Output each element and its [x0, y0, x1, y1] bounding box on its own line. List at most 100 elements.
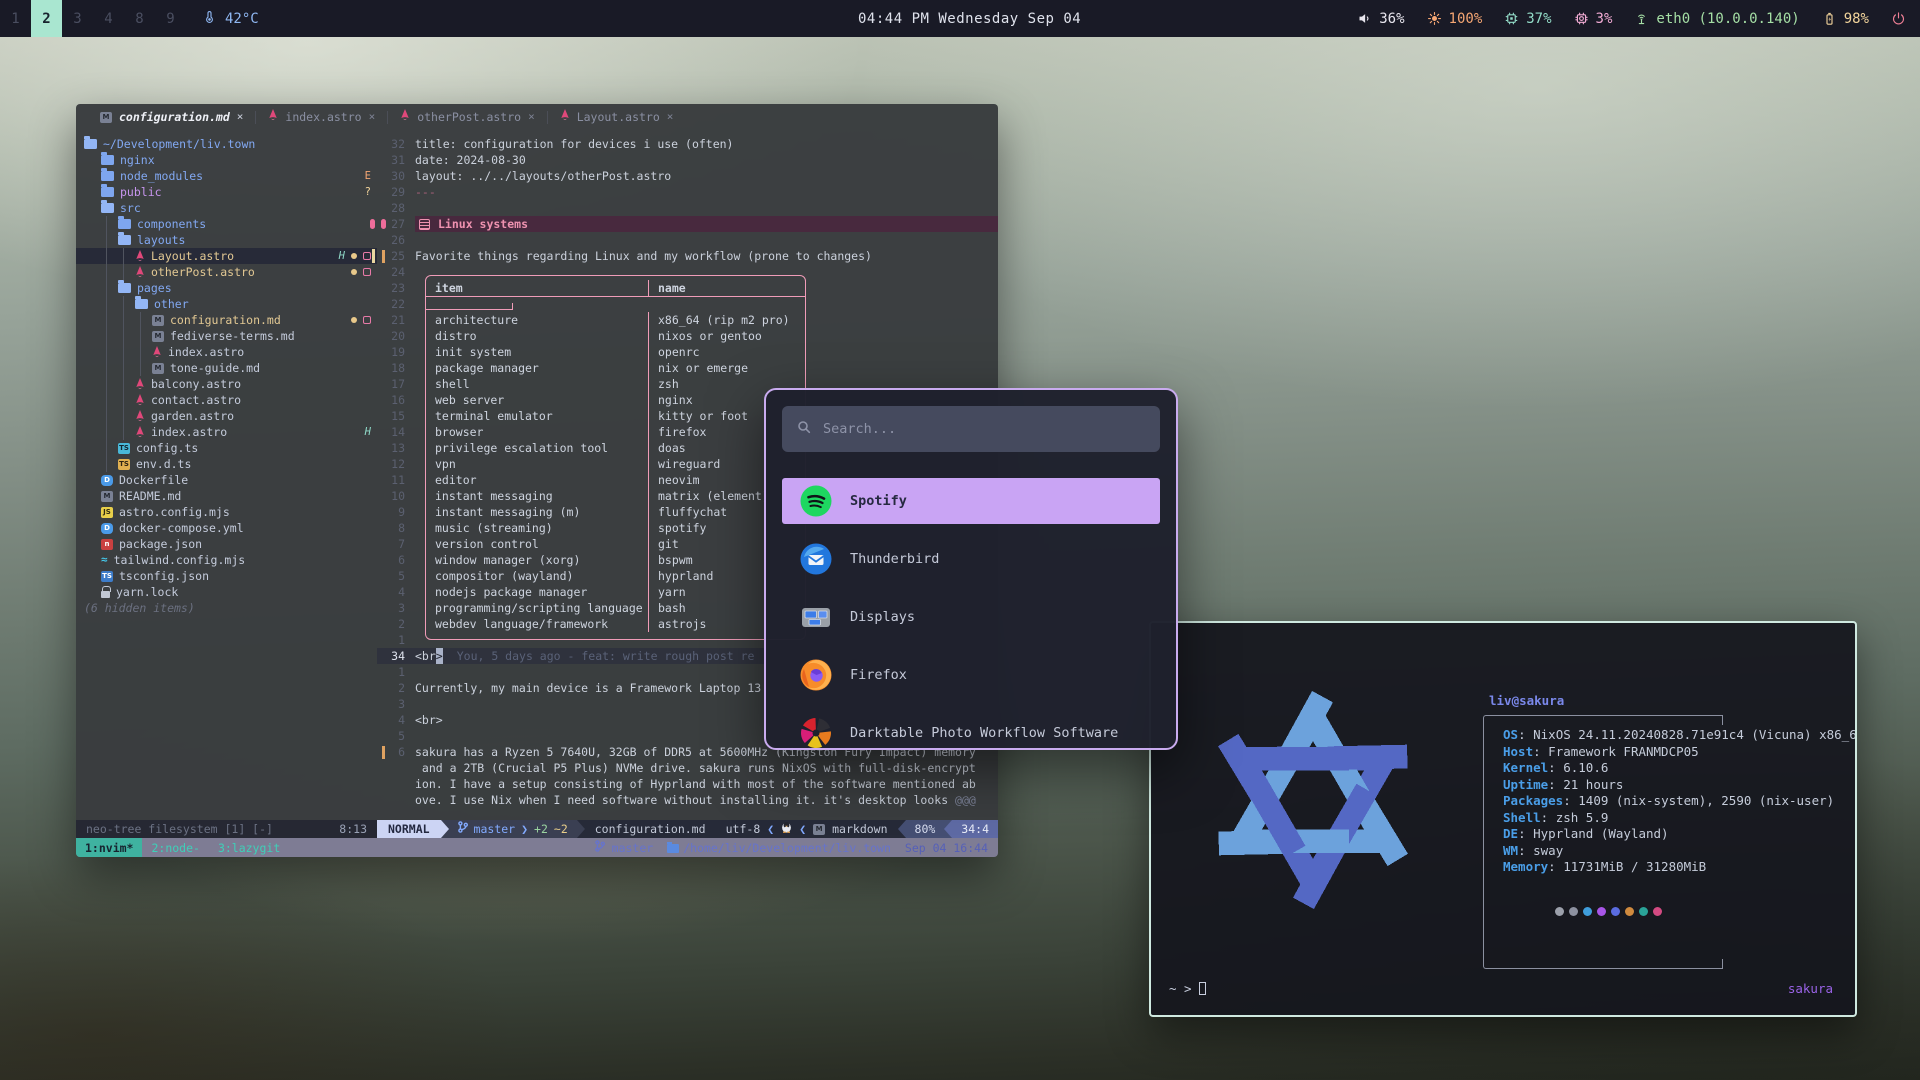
tmux-window-2node[interactable]: 2:node- — [142, 838, 208, 857]
tab-Layout.astro[interactable]: Layout.astro× — [548, 104, 686, 130]
sign-column — [377, 440, 389, 456]
launcher-entry-spotify[interactable]: Spotify — [782, 478, 1160, 524]
tree-item-Layout.astro[interactable]: Layout.astroH — [76, 248, 377, 264]
launcher-entry-firefox[interactable]: Firefox — [782, 652, 1160, 698]
close-icon[interactable]: × — [667, 109, 674, 125]
module-power[interactable] — [1891, 11, 1906, 26]
tree-item-tone-guide.md[interactable]: Mtone-guide.md — [76, 360, 377, 376]
workspace-4[interactable]: 4 — [93, 0, 124, 37]
indent-guide — [84, 344, 101, 360]
indent-guide — [84, 280, 101, 296]
diagnostic-badge: H — [365, 424, 371, 440]
launcher-entry-label: Thunderbird — [850, 551, 939, 567]
tab-configuration.md[interactable]: Mconfiguration.md× — [88, 104, 255, 130]
tab-otherPost.astro[interactable]: otherPost.astro× — [388, 104, 546, 130]
tree-item-pages[interactable]: pages — [76, 280, 377, 296]
launcher-entry-thunderbird[interactable]: Thunderbird — [782, 536, 1160, 582]
launcher-search-box[interactable] — [782, 406, 1160, 452]
tree-item-configuration.md[interactable]: Mconfiguration.md — [76, 312, 377, 328]
tree-item-tsconfig.json[interactable]: TStsconfig.json — [76, 568, 377, 584]
typescript-declaration-icon: TS — [118, 459, 130, 470]
sign-column — [377, 232, 389, 248]
module-gpu[interactable]: 3% — [1574, 11, 1613, 27]
tree-item-otherPost.astro[interactable]: otherPost.astro — [76, 264, 377, 280]
tree-item-astro.config.mjs[interactable]: JSastro.config.mjs — [76, 504, 377, 520]
chevron-right-icon: ❯ — [521, 821, 528, 837]
tree-item-node_modules[interactable]: node_modulesE — [76, 168, 377, 184]
tree-item-Dockerfile[interactable]: DDockerfile — [76, 472, 377, 488]
workspace-2[interactable]: 2 — [31, 0, 62, 37]
typescript-file-icon: TS — [118, 443, 130, 454]
tree-item-balcony.astro[interactable]: balcony.astro — [76, 376, 377, 392]
indent-guide — [106, 280, 118, 296]
sign-column — [377, 552, 389, 568]
fastfetch-key: Memory — [1503, 859, 1548, 874]
tree-item-config.ts[interactable]: TSconfig.ts — [76, 440, 377, 456]
fastfetch-line-memory: Memory: 11731MiB / 31280MiB — [1503, 859, 1857, 876]
tmux-window-1nvim[interactable]: 1:nvim* — [76, 838, 142, 857]
temperature-module[interactable]: 42°C — [202, 9, 259, 28]
line-number: 9 — [389, 504, 415, 520]
close-icon[interactable]: × — [237, 109, 244, 125]
tree-item-garden.astro[interactable]: garden.astro — [76, 408, 377, 424]
sign-column — [377, 200, 389, 216]
tree-item-components[interactable]: components — [76, 216, 377, 232]
app-launcher: Spotify Thunderbird Displays Firefox Darktab… — [764, 388, 1178, 750]
tree-item-docker-compose.yml[interactable]: Ddocker-compose.yml — [76, 520, 377, 536]
module-value: 100% — [1449, 11, 1483, 27]
git-modified-dot-icon — [351, 317, 357, 323]
indent-guide — [140, 344, 152, 360]
tree-item-layouts[interactable]: layouts — [76, 232, 377, 248]
tree-item-other[interactable]: other — [76, 296, 377, 312]
shell-prompt-line[interactable]: ~ > — [1169, 981, 1206, 996]
scroll-percent: 80% — [906, 820, 945, 838]
tree-item-package.json[interactable]: npackage.json — [76, 536, 377, 552]
scroll-marker-cream — [372, 249, 375, 263]
module-battery[interactable]: 98% — [1822, 11, 1869, 27]
tree-item-public[interactable]: public? — [76, 184, 377, 200]
workspace-3[interactable]: 3 — [62, 0, 93, 37]
tree-item-fediverse-terms.md[interactable]: Mfediverse-terms.md — [76, 328, 377, 344]
tree-item-label: astro.config.mjs — [119, 504, 230, 520]
line-number: 18 — [389, 360, 415, 376]
close-icon[interactable]: × — [369, 109, 376, 125]
module-cpu[interactable]: 37% — [1504, 11, 1551, 27]
close-icon[interactable]: × — [528, 109, 535, 125]
indent-guide — [106, 232, 118, 248]
sign-column — [377, 408, 389, 424]
tree-item-index.astro[interactable]: index.astroH — [76, 424, 377, 440]
tree-item-env.d.ts[interactable]: TSenv.d.ts — [76, 456, 377, 472]
module-volume[interactable]: 36% — [1357, 11, 1404, 27]
tree-item-src[interactable]: src — [76, 200, 377, 216]
indent-guide — [84, 552, 101, 568]
powerline-separator — [898, 820, 906, 838]
module-network[interactable]: eth0 (10.0.0.140) — [1634, 11, 1799, 27]
launcher-entry-darktable-photo-workflow-software[interactable]: Darktable Photo Workflow Software — [782, 710, 1160, 750]
module-brightness[interactable]: 100% — [1427, 11, 1483, 27]
tree-item-6hiddenitems[interactable]: (6 hidden items) — [76, 600, 377, 616]
tmux-window-3lazygit[interactable]: 3:lazygit — [209, 838, 289, 857]
tree-item-label: configuration.md — [170, 312, 281, 328]
indent-guide — [123, 408, 135, 424]
module-value: 3% — [1596, 11, 1613, 27]
tree-item-README.md[interactable]: MREADME.md — [76, 488, 377, 504]
tree-item-yarn.lock[interactable]: yarn.lock — [76, 584, 377, 600]
tree-item-Developmentliv.town[interactable]: ~/Development/liv.town — [76, 136, 377, 152]
sign-column — [377, 456, 389, 472]
tree-item-contact.astro[interactable]: contact.astro — [76, 392, 377, 408]
indent-guide — [106, 440, 118, 456]
workspace-8[interactable]: 8 — [124, 0, 155, 37]
indent-guide — [84, 408, 101, 424]
volume-icon — [1357, 11, 1372, 26]
launcher-entry-displays[interactable]: Displays — [782, 594, 1160, 640]
tree-item-label: tailwind.config.mjs — [114, 552, 246, 568]
workspace-9[interactable]: 9 — [155, 0, 186, 37]
search-input[interactable] — [823, 421, 1146, 437]
tree-item-tailwind.config.mjs[interactable]: ≈tailwind.config.mjs — [76, 552, 377, 568]
tree-item-nginx[interactable]: nginx — [76, 152, 377, 168]
fastfetch-terminal-window[interactable]: liv@sakura OS: NixOS 24.11.20240828.71e9… — [1149, 621, 1857, 1017]
tab-index.astro[interactable]: index.astro× — [256, 104, 387, 130]
workspace-1[interactable]: 1 — [0, 0, 31, 37]
tree-item-index.astro[interactable]: index.astro — [76, 344, 377, 360]
tree-item-label: garden.astro — [151, 408, 234, 424]
